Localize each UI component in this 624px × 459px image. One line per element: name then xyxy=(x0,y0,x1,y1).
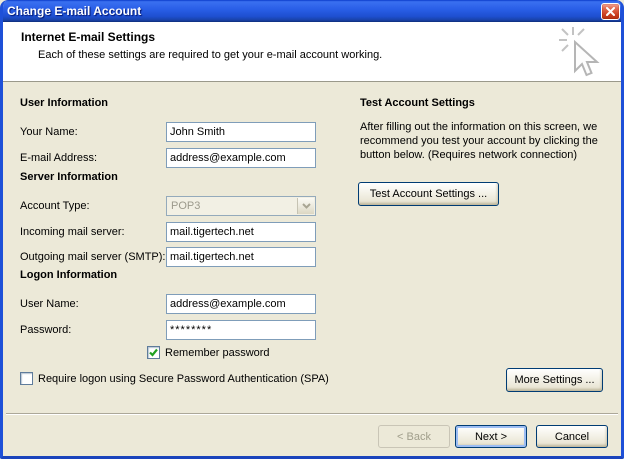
section-heading-user-information: User Information xyxy=(20,97,108,109)
outgoing-server-label: Outgoing mail server (SMTP): xyxy=(20,247,165,267)
user-name-label: User Name: xyxy=(20,294,79,314)
test-account-settings-button[interactable]: Test Account Settings ... xyxy=(358,182,499,206)
account-type-dropdown: POP3 xyxy=(166,196,316,216)
close-icon xyxy=(606,7,615,16)
email-address-label: E-mail Address: xyxy=(20,148,97,168)
back-button: < Back xyxy=(378,425,450,448)
section-heading-test-account-settings: Test Account Settings xyxy=(360,97,475,109)
spa-checkbox-label: Require logon using Secure Password Auth… xyxy=(38,373,329,385)
cancel-button[interactable]: Cancel xyxy=(536,425,608,448)
remember-password-checkbox[interactable]: Remember password xyxy=(147,346,270,359)
password-input[interactable] xyxy=(166,320,316,340)
incoming-server-input[interactable] xyxy=(166,222,316,242)
email-address-input[interactable] xyxy=(166,148,316,168)
close-button[interactable] xyxy=(601,3,620,20)
dropdown-arrow-button xyxy=(297,198,314,214)
section-heading-logon-information: Logon Information xyxy=(20,269,117,281)
next-button[interactable]: Next > xyxy=(455,425,527,448)
check-icon xyxy=(149,348,158,357)
titlebar[interactable]: Change E-mail Account xyxy=(0,0,624,22)
dialog-body: User Information Your Name: E-mail Addre… xyxy=(0,83,624,456)
chevron-down-icon xyxy=(302,203,311,209)
footer-divider xyxy=(6,413,618,415)
dialog-window: Change E-mail Account Internet E-mail Se… xyxy=(0,0,624,459)
your-name-label: Your Name: xyxy=(20,122,78,142)
account-type-label: Account Type: xyxy=(20,196,90,216)
account-type-value: POP3 xyxy=(171,200,200,212)
checkbox-checked-icon xyxy=(147,346,160,359)
incoming-server-label: Incoming mail server: xyxy=(20,222,125,242)
spa-checkbox[interactable]: Require logon using Secure Password Auth… xyxy=(20,372,329,385)
cursor-sparkle-icon xyxy=(556,26,604,82)
wizard-header: Internet E-mail Settings Each of these s… xyxy=(0,22,624,82)
password-label: Password: xyxy=(20,320,71,340)
user-name-input[interactable] xyxy=(166,294,316,314)
remember-password-label: Remember password xyxy=(165,347,270,359)
header-subtitle: Each of these settings are required to g… xyxy=(38,49,382,61)
section-heading-server-information: Server Information xyxy=(20,171,118,183)
outgoing-server-input[interactable] xyxy=(166,247,316,267)
header-title: Internet E-mail Settings xyxy=(21,30,155,44)
test-account-description: After filling out the information on thi… xyxy=(360,120,616,162)
window-title: Change E-mail Account xyxy=(0,4,141,18)
checkbox-unchecked-icon xyxy=(20,372,33,385)
your-name-input[interactable] xyxy=(166,122,316,142)
more-settings-button[interactable]: More Settings ... xyxy=(506,368,603,392)
